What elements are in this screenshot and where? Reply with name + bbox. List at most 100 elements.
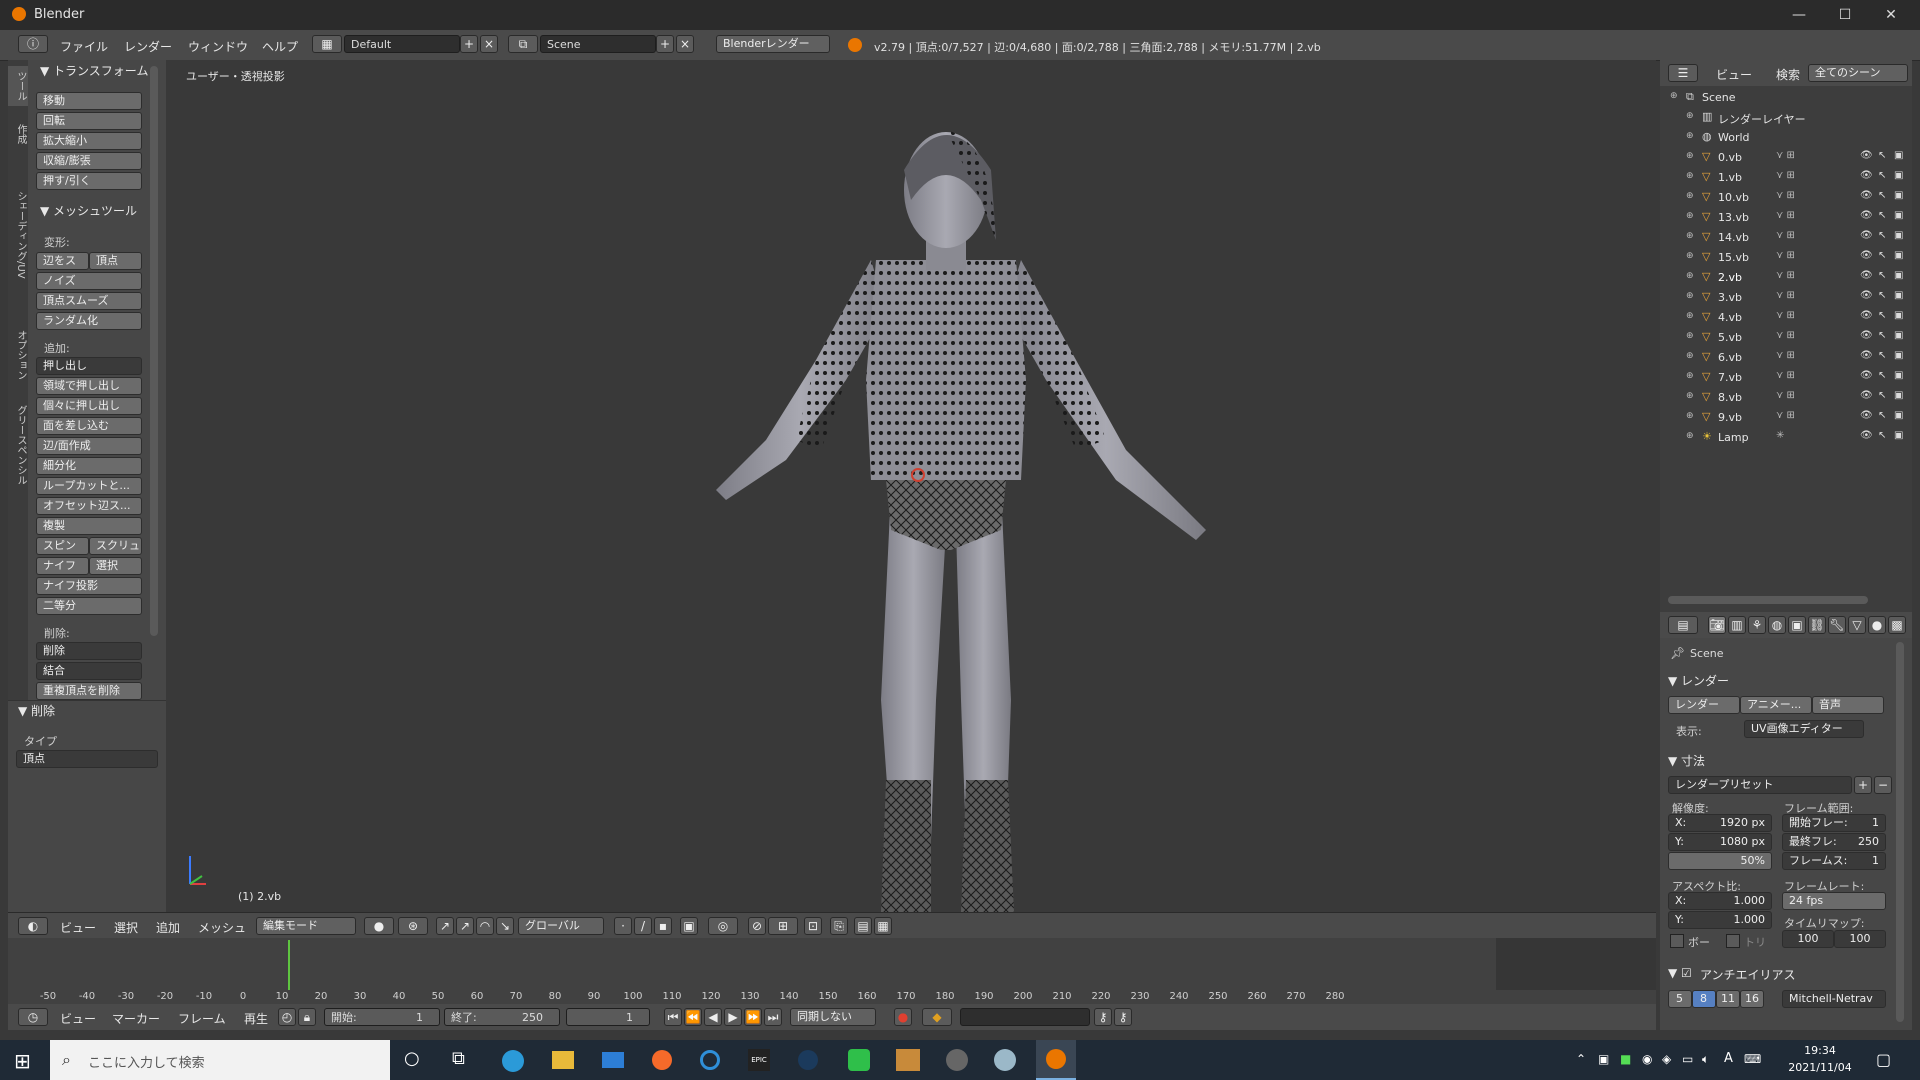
visibility-eye-icon[interactable]: 👁︎: [1860, 370, 1873, 381]
transform-orientation-dropdown[interactable]: グローバル: [518, 917, 604, 935]
outliner-scrollbar[interactable]: [1668, 596, 1868, 604]
current-frame-indicator[interactable]: [288, 940, 290, 990]
preset-add-icon[interactable]: +: [1854, 776, 1872, 794]
renderability-camera-icon[interactable]: ▣: [1894, 230, 1903, 241]
crop-checkbox[interactable]: [1726, 934, 1740, 948]
subdivide-button[interactable]: 細分化: [36, 457, 142, 475]
character-mesh-model[interactable]: [646, 60, 1266, 912]
tab-tools[interactable]: ツール: [8, 66, 28, 106]
editor-type-3dview-icon[interactable]: ◐: [18, 917, 48, 935]
visibility-eye-icon[interactable]: 👁︎: [1860, 230, 1873, 241]
play-icon[interactable]: ▶: [724, 1008, 742, 1026]
object-data-icon[interactable]: ⋎ ⊞: [1776, 270, 1795, 281]
outliner-row[interactable]: ⊕ ▽ 10.vb 👁︎ ↖ ▣ ⋎ ⊞: [1660, 188, 1912, 208]
visibility-eye-icon[interactable]: 👁︎: [1860, 430, 1873, 441]
constraints-tab-icon[interactable]: ⛓︎: [1808, 616, 1826, 634]
translate-button[interactable]: 移動: [36, 92, 142, 110]
pin-icon[interactable]: 📌︎: [1670, 646, 1685, 660]
mail-icon[interactable]: [602, 1052, 624, 1068]
menu-window[interactable]: ウィンドウ: [188, 38, 248, 55]
selectability-cursor-icon[interactable]: ↖: [1878, 350, 1886, 361]
transform-panel-title[interactable]: ▼ トランスフォーム: [40, 62, 148, 79]
expand-icon[interactable]: ⊕: [1686, 411, 1694, 421]
current-frame-field[interactable]: 1: [566, 1008, 650, 1026]
selectability-cursor-icon[interactable]: ↖: [1878, 430, 1886, 441]
smooth-vertex-button[interactable]: 頂点スムーズ: [36, 292, 142, 310]
jump-keyframe-forward-icon[interactable]: ⏩: [744, 1008, 762, 1026]
vertex-slide-button[interactable]: 頂点: [89, 252, 142, 270]
viewport-menu-select[interactable]: 選択: [114, 919, 138, 936]
outliner-row[interactable]: ⊕ ▽ 15.vb 👁︎ ↖ ▣ ⋎ ⊞: [1660, 248, 1912, 268]
scene-add-icon[interactable]: +: [656, 35, 674, 53]
selectability-cursor-icon[interactable]: ↖: [1878, 210, 1886, 221]
object-data-icon[interactable]: ⋎ ⊞: [1776, 410, 1795, 421]
tray-app-icon[interactable]: ▣: [1598, 1052, 1609, 1066]
outliner-row[interactable]: ⊕ ▽ 14.vb 👁︎ ↖ ▣ ⋎ ⊞: [1660, 228, 1912, 248]
ime-indicator[interactable]: A: [1724, 1051, 1733, 1066]
selectability-cursor-icon[interactable]: ↖: [1878, 370, 1886, 381]
outliner-row[interactable]: ⊕ ▽ 4.vb 👁︎ ↖ ▣ ⋎ ⊞: [1660, 308, 1912, 328]
outliner-item-name[interactable]: 2.vb: [1718, 271, 1742, 284]
render-layers-tab-icon[interactable]: ▥: [1728, 616, 1746, 634]
outliner-item-name[interactable]: レンダーレイヤー: [1718, 111, 1806, 127]
app-icon[interactable]: [896, 1049, 920, 1071]
tray-app-icon[interactable]: ■: [1620, 1052, 1631, 1066]
visibility-eye-icon[interactable]: 👁︎: [1860, 390, 1873, 401]
expand-icon[interactable]: ⊕: [1686, 211, 1694, 221]
border-checkbox[interactable]: [1670, 934, 1684, 948]
windows-start-icon[interactable]: ⊞: [14, 1050, 36, 1072]
expand-icon[interactable]: ⊕: [1686, 171, 1694, 181]
aa-samples-5[interactable]: 5: [1668, 990, 1692, 1008]
snap-target-icon[interactable]: ⊡: [804, 917, 822, 935]
frame-step-field[interactable]: フレームス: 1: [1782, 852, 1886, 870]
object-data-icon[interactable]: ⋎ ⊞: [1776, 310, 1795, 321]
display-dropdown[interactable]: UV画像エディター: [1744, 720, 1864, 738]
jump-start-icon[interactable]: ⏮: [664, 1008, 682, 1026]
outliner-item-name[interactable]: 3.vb: [1718, 291, 1742, 304]
offset-edge-button[interactable]: オフセット辺ス...: [36, 497, 142, 515]
occlude-geometry-icon[interactable]: ▣: [680, 917, 698, 935]
renderability-camera-icon[interactable]: ▣: [1894, 430, 1903, 441]
visibility-eye-icon[interactable]: 👁︎: [1860, 290, 1873, 301]
opengl-render-icon[interactable]: ⎘: [830, 917, 848, 935]
lock-range-icon[interactable]: 🔒︎: [298, 1008, 316, 1026]
remove-doubles-button[interactable]: 重複頂点を削除: [36, 682, 142, 700]
edge-browser-icon[interactable]: [502, 1050, 524, 1072]
task-view-icon[interactable]: ⧉: [452, 1048, 465, 1069]
editor-type-properties-icon[interactable]: ▤: [1668, 616, 1698, 634]
selectability-cursor-icon[interactable]: ↖: [1878, 270, 1886, 281]
outliner-item-name[interactable]: 10.vb: [1718, 191, 1749, 204]
expand-icon[interactable]: ⊕: [1686, 371, 1694, 381]
outliner-render-layers[interactable]: ⊕ ▥ レンダーレイヤー: [1660, 108, 1912, 128]
maximize-button[interactable]: ☐: [1822, 0, 1868, 30]
sync-mode-dropdown[interactable]: 同期しない: [790, 1008, 876, 1026]
outliner-row[interactable]: ⊕ ▽ 0.vb 👁︎ ↖ ▣ ⋎ ⊞: [1660, 148, 1912, 168]
render-audio-button[interactable]: 音声: [1812, 696, 1884, 714]
selectability-cursor-icon[interactable]: ↖: [1878, 330, 1886, 341]
outliner-row[interactable]: ⊕ ▽ 7.vb 👁︎ ↖ ▣ ⋎ ⊞: [1660, 368, 1912, 388]
snap-element-icon[interactable]: ⊞: [768, 917, 798, 935]
object-data-icon[interactable]: ⋎ ⊞: [1776, 210, 1795, 221]
frame-end-field[interactable]: 最終フレ: 250: [1782, 833, 1886, 851]
layout-remove-icon[interactable]: ×: [480, 35, 498, 53]
expand-icon[interactable]: ⊕: [1686, 131, 1694, 141]
renderability-camera-icon[interactable]: ▣: [1894, 310, 1903, 321]
merge-dropdown[interactable]: 結合: [36, 662, 142, 680]
menu-file[interactable]: ファイル: [60, 38, 108, 55]
outliner-display-dropdown[interactable]: 全てのシーン: [1808, 64, 1908, 82]
expand-icon[interactable]: ⊕: [1686, 151, 1694, 161]
knife-select-button[interactable]: 選択: [89, 557, 142, 575]
time-range-icon[interactable]: ◴: [278, 1008, 296, 1026]
show-hidden-icons-icon[interactable]: ⌃: [1576, 1052, 1586, 1066]
outliner-row[interactable]: ⊕ ▽ 13.vb 👁︎ ↖ ▣ ⋎ ⊞: [1660, 208, 1912, 228]
material-tab-icon[interactable]: ●: [1868, 616, 1886, 634]
timeline-editor[interactable]: -50 -40 -30 -20 -10 0 10 20 30 40 50 60 70 80 90 100 110…: [8, 938, 1656, 1004]
overlay-icon[interactable]: ▦: [874, 917, 892, 935]
outliner-row[interactable]: ⊕ ▽ 2.vb 👁︎ ↖ ▣ ⋎ ⊞: [1660, 268, 1912, 288]
time-remap-new-field[interactable]: 100: [1834, 930, 1886, 948]
expand-icon[interactable]: ⊕: [1686, 231, 1694, 241]
extrude-region-button[interactable]: 領域で押し出し: [36, 377, 142, 395]
aa-samples-11[interactable]: 11: [1716, 990, 1740, 1008]
visibility-eye-icon[interactable]: 👁︎: [1860, 410, 1873, 421]
shrink-fatten-button[interactable]: 収縮/膨張: [36, 152, 142, 170]
